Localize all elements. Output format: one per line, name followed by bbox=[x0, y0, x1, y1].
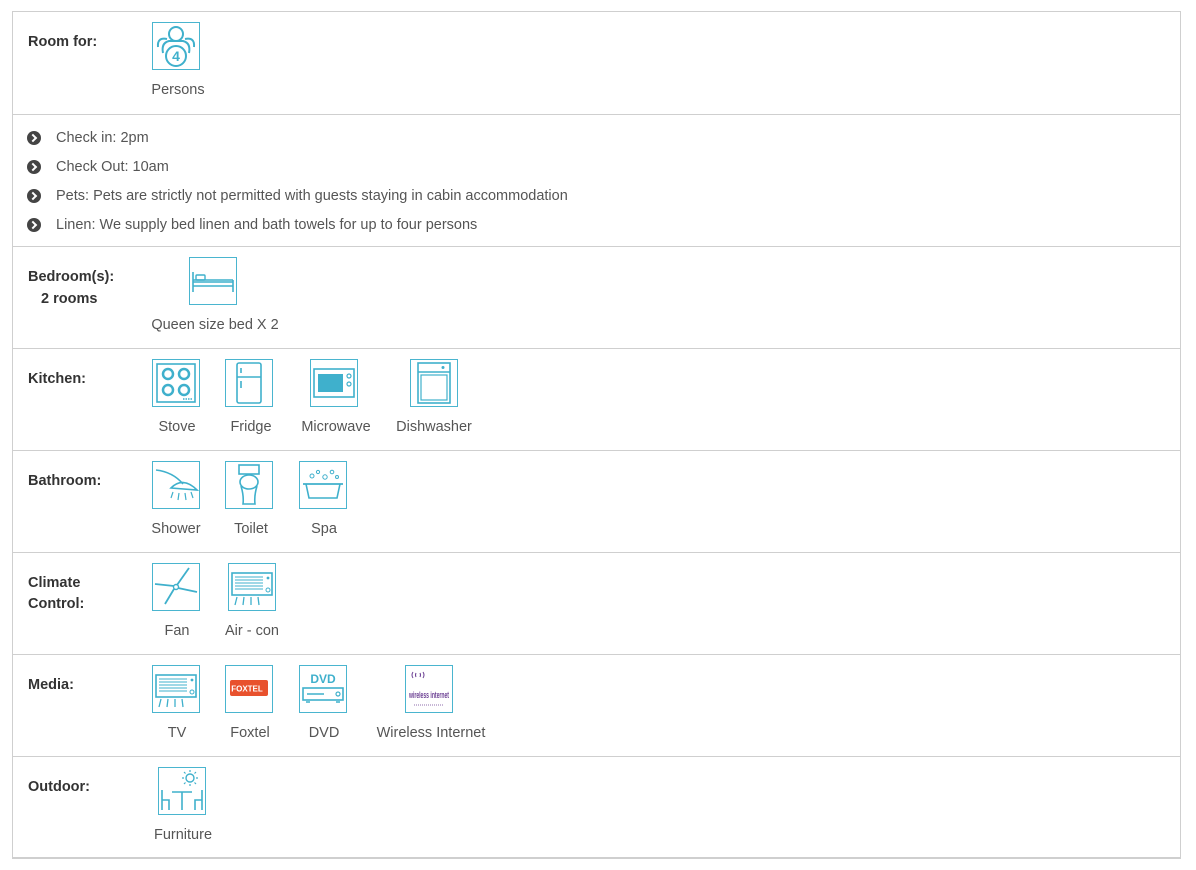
item-label: Microwave bbox=[301, 419, 371, 435]
dishwasher-icon bbox=[410, 359, 458, 407]
info-item: Linen: We supply bed linen and bath towe… bbox=[27, 215, 568, 244]
shower-icon bbox=[152, 461, 200, 509]
row-info: Check in: 2pm Check Out: 10am Pets: Pets… bbox=[13, 114, 1180, 246]
wireless-logo-text: wireless internet bbox=[408, 690, 449, 700]
row-label-outdoor: Outdoor: bbox=[28, 779, 91, 795]
row-label-bathroom: Bathroom: bbox=[28, 473, 102, 489]
row-kitchen: Kitchen: Stove Fridge Microwave Dishwash… bbox=[13, 348, 1180, 450]
row-media: Media: TV FOXTEL Foxtel DVD DVD wireless… bbox=[13, 654, 1180, 756]
info-item: Check in: 2pm bbox=[27, 128, 568, 157]
chevron-right-circle-icon bbox=[27, 131, 41, 145]
fan-icon bbox=[152, 563, 200, 611]
wireless-internet-icon: wireless internet bbox=[405, 665, 453, 713]
row-label-media: Media: bbox=[28, 677, 74, 693]
aircon-icon bbox=[228, 563, 276, 611]
toilet-icon bbox=[225, 461, 273, 509]
microwave-icon bbox=[310, 359, 358, 407]
spa-icon bbox=[299, 461, 347, 509]
item-label: TV bbox=[167, 725, 187, 741]
item-label: Fridge bbox=[230, 419, 272, 435]
info-item: Pets: Pets are strictly not permitted wi… bbox=[27, 186, 568, 215]
item-label: Queen size bed X 2 bbox=[151, 317, 279, 333]
fridge-icon bbox=[225, 359, 273, 407]
dvd-logo-text: DVD bbox=[310, 672, 336, 686]
chevron-right-circle-icon bbox=[27, 218, 41, 232]
row-label-kitchen: Kitchen: bbox=[28, 371, 86, 387]
item-label: Foxtel bbox=[230, 725, 270, 741]
foxtel-icon: FOXTEL bbox=[225, 665, 273, 713]
stove-icon bbox=[152, 359, 200, 407]
tv-icon bbox=[152, 665, 200, 713]
item-label: DVD bbox=[308, 725, 340, 741]
amenities-table: Room for: 4 Persons Check in: 2pm Check … bbox=[12, 11, 1181, 859]
row-label-climate: Climate Control: bbox=[28, 575, 85, 612]
chevron-right-circle-icon bbox=[27, 189, 41, 203]
foxtel-logo-text: FOXTEL bbox=[231, 685, 263, 694]
bedroom-count: 2 rooms bbox=[41, 291, 98, 307]
item-label: Air - con bbox=[225, 623, 279, 639]
item-label: Fan bbox=[164, 623, 190, 639]
item-label: Persons bbox=[151, 82, 205, 98]
item-label: Stove bbox=[158, 419, 196, 435]
bed-icon bbox=[189, 257, 237, 305]
row-label-bedrooms: Bedroom(s): bbox=[28, 269, 115, 285]
item-label: Shower bbox=[151, 521, 201, 537]
dvd-icon: DVD bbox=[299, 665, 347, 713]
item-label: Furniture bbox=[153, 827, 213, 843]
row-bathroom: Bathroom: Shower Toilet Spa bbox=[13, 450, 1180, 552]
person-4-icon: 4 bbox=[152, 22, 200, 70]
row-outdoor: Outdoor: Furniture bbox=[13, 756, 1180, 857]
info-item: Check Out: 10am bbox=[27, 157, 568, 186]
row-label-room-for: Room for: bbox=[28, 34, 98, 50]
info-list: Check in: 2pm Check Out: 10am Pets: Pets… bbox=[27, 128, 568, 244]
item-label: Wireless Internet bbox=[376, 725, 486, 741]
row-room-for: Room for: 4 Persons bbox=[13, 12, 1180, 114]
person-badge: 4 bbox=[172, 48, 180, 64]
outdoor-furniture-icon bbox=[158, 767, 206, 815]
item-label: Dishwasher bbox=[396, 419, 472, 435]
item-label: Toilet bbox=[234, 521, 268, 537]
chevron-right-circle-icon bbox=[27, 160, 41, 174]
item-label: Spa bbox=[311, 521, 337, 537]
row-climate: Climate Control: Fan Air - con bbox=[13, 552, 1180, 654]
row-bedrooms: Bedroom(s): 2 rooms Queen size bed X 2 bbox=[13, 246, 1180, 348]
